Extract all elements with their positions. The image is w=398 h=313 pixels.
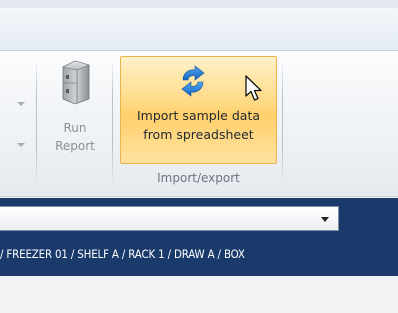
chevron-down-icon[interactable] [321, 217, 329, 222]
freezer-icon [62, 60, 90, 105]
ribbon-separator [112, 59, 113, 185]
import-sample-data-button[interactable]: Import sample data from spreadsheet [120, 56, 277, 164]
partial-dropdown-1[interactable] [0, 95, 30, 113]
run-report-label-line2: Report [55, 139, 95, 153]
content-area [0, 276, 398, 313]
import-export-group-label: Import/export [157, 171, 240, 185]
mouse-pointer-icon [245, 75, 262, 101]
run-report-label-line1: Run [63, 121, 87, 135]
import-label-line1: Import sample data [136, 108, 261, 123]
location-breadcrumb: / FREEZER 01 / SHELF A / RACK 1 / DRAW A… [0, 247, 245, 261]
run-report-button[interactable]: Run Report [43, 57, 107, 161]
location-select[interactable] [0, 206, 339, 231]
partial-dropdown-2[interactable] [0, 136, 30, 154]
mini-dropdown-arrow-icon [17, 102, 25, 106]
ribbon-separator [36, 59, 37, 185]
ribbon-tab-bar [0, 8, 398, 51]
ribbon-separator [282, 59, 283, 185]
import-label-line2: from spreadsheet [143, 127, 254, 142]
ribbon-panel: Run Report Import sample data from sprea… [0, 51, 398, 197]
window-top-strip [0, 0, 398, 8]
sync-arrows-icon [181, 65, 205, 97]
mini-dropdown-arrow-icon [17, 143, 25, 147]
